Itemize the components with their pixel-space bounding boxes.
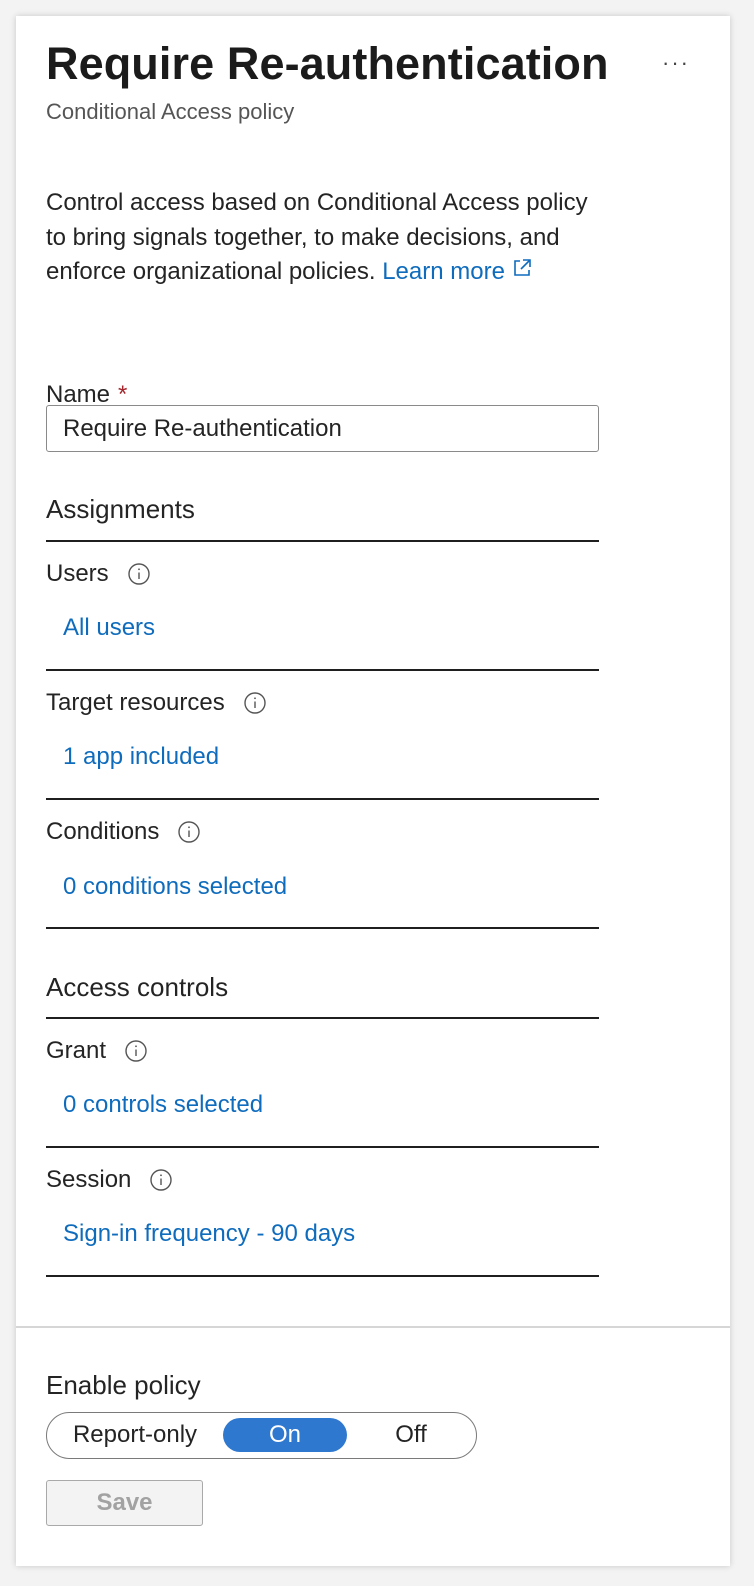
toggle-option-on[interactable]: On: [223, 1418, 347, 1452]
more-options-button[interactable]: ···: [656, 50, 696, 80]
info-icon[interactable]: [124, 1039, 148, 1063]
users-label-text: Users: [46, 560, 109, 587]
external-link-icon: [511, 255, 533, 290]
grant-divider: [46, 1146, 599, 1148]
save-button[interactable]: Save: [46, 1480, 203, 1526]
enable-policy-label: Enable policy: [46, 1370, 201, 1400]
assignments-divider: [46, 540, 599, 542]
grant-link[interactable]: 0 controls selected: [63, 1091, 263, 1119]
learn-more-label: Learn more: [382, 258, 505, 285]
info-icon[interactable]: [149, 1168, 173, 1192]
page-subtitle: Conditional Access policy: [46, 99, 295, 124]
policy-panel: Require Re-authentication Conditional Ac…: [16, 16, 730, 1566]
conditions-link[interactable]: 0 conditions selected: [63, 873, 287, 901]
session-label-text: Session: [46, 1166, 132, 1193]
toggle-option-off[interactable]: Off: [347, 1413, 475, 1457]
info-icon[interactable]: [243, 691, 267, 715]
conditions-label: Conditions: [46, 818, 201, 846]
grant-label: Grant: [46, 1037, 148, 1065]
target-resources-label-text: Target resources: [46, 689, 225, 716]
session-divider: [46, 1275, 599, 1277]
toggle-option-report-only[interactable]: Report-only: [55, 1413, 215, 1457]
policy-description: Control access based on Conditional Acce…: [46, 186, 606, 290]
access-controls-heading: Access controls: [46, 972, 229, 1002]
target-resources-label: Target resources: [46, 689, 267, 717]
assignments-heading: Assignments: [46, 494, 195, 524]
target-resources-divider: [46, 798, 599, 800]
info-icon[interactable]: [127, 562, 151, 586]
name-input[interactable]: [46, 405, 599, 452]
session-label: Session: [46, 1166, 173, 1194]
users-divider: [46, 669, 599, 671]
info-icon[interactable]: [177, 820, 201, 844]
enable-policy-toggle: Report-only On Off: [46, 1412, 477, 1459]
name-label-text: Name: [46, 381, 111, 408]
grant-label-text: Grant: [46, 1037, 107, 1064]
target-resources-link[interactable]: 1 app included: [63, 743, 219, 771]
conditions-divider: [46, 927, 599, 929]
session-link[interactable]: Sign-in frequency - 90 days: [63, 1220, 355, 1248]
footer-divider: [16, 1326, 730, 1328]
page-title: Require Re-authentication: [46, 38, 609, 89]
users-link[interactable]: All users: [63, 614, 155, 642]
access-controls-divider: [46, 1017, 599, 1019]
required-mark: *: [118, 381, 128, 408]
conditions-label-text: Conditions: [46, 818, 160, 845]
learn-more-link[interactable]: Learn more: [382, 255, 533, 290]
users-label: Users: [46, 560, 151, 588]
